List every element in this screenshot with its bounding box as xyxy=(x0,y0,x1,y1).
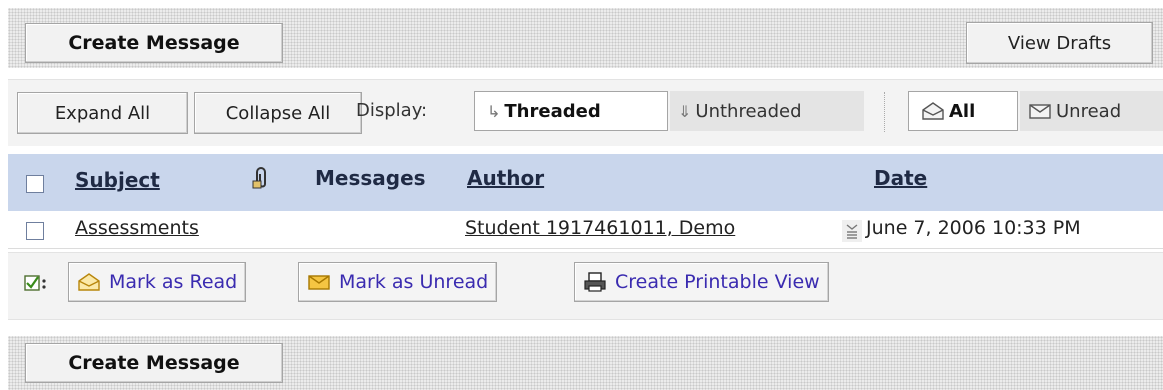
closed-envelope-icon xyxy=(307,273,331,291)
row-checkbox[interactable] xyxy=(26,222,44,240)
unthreaded-label: Unthreaded xyxy=(695,100,802,122)
filter-unread-toggle[interactable]: Unread xyxy=(1020,91,1163,131)
mark-as-unread-label: Mark as Unread xyxy=(339,271,489,293)
author-menu-icon[interactable] xyxy=(842,220,862,242)
date-column-header[interactable]: Date xyxy=(874,166,927,190)
create-message-button[interactable]: Create Message xyxy=(25,23,283,63)
filter-all-label: All xyxy=(949,100,976,122)
bottom-button-bar: Create Message xyxy=(8,336,1163,390)
create-message-button-bottom[interactable]: Create Message xyxy=(25,343,283,383)
open-envelope-icon xyxy=(77,272,101,292)
mark-as-unread-button[interactable]: Mark as Unread xyxy=(298,262,498,302)
subject-column-header[interactable]: Subject xyxy=(75,168,160,192)
display-label: Display: xyxy=(356,100,428,121)
open-envelope-icon xyxy=(921,101,945,121)
select-all-checkbox[interactable] xyxy=(26,175,44,193)
paperclip-icon xyxy=(250,166,272,190)
filter-unread-label: Unread xyxy=(1056,100,1122,122)
create-printable-view-label: Create Printable View xyxy=(615,271,820,293)
author-column-header[interactable]: Author xyxy=(467,166,544,190)
checkmark-icon xyxy=(24,273,50,293)
threaded-label: Threaded xyxy=(504,100,601,122)
message-table-header xyxy=(8,154,1163,211)
printer-icon xyxy=(583,271,607,293)
toolbar-divider xyxy=(884,92,885,132)
down-arrow-icon: ⇓ xyxy=(678,101,692,121)
messages-column-header: Messages xyxy=(315,166,426,190)
threaded-toggle[interactable]: ↳ Threaded xyxy=(474,91,668,131)
message-author-link[interactable]: Student 1917461011, Demo xyxy=(465,217,735,239)
mark-as-read-button[interactable]: Mark as Read xyxy=(68,262,247,302)
expand-all-button[interactable]: Expand All xyxy=(17,92,188,134)
message-date: June 7, 2006 10:33 PM xyxy=(866,217,1081,239)
mark-as-read-label: Mark as Read xyxy=(109,271,238,293)
top-button-bar: Create Message View Drafts xyxy=(8,8,1163,68)
collapse-all-button[interactable]: Collapse All xyxy=(194,92,362,134)
filter-all-toggle[interactable]: All xyxy=(908,91,1018,131)
create-printable-view-button[interactable]: Create Printable View xyxy=(574,262,829,302)
view-drafts-button[interactable]: View Drafts xyxy=(966,22,1153,64)
closed-envelope-icon xyxy=(1028,102,1052,120)
message-subject-link[interactable]: Assessments xyxy=(75,217,199,239)
threaded-arrow-icon: ↳ xyxy=(487,101,501,121)
unthreaded-toggle[interactable]: ⇓ Unthreaded xyxy=(670,91,864,131)
